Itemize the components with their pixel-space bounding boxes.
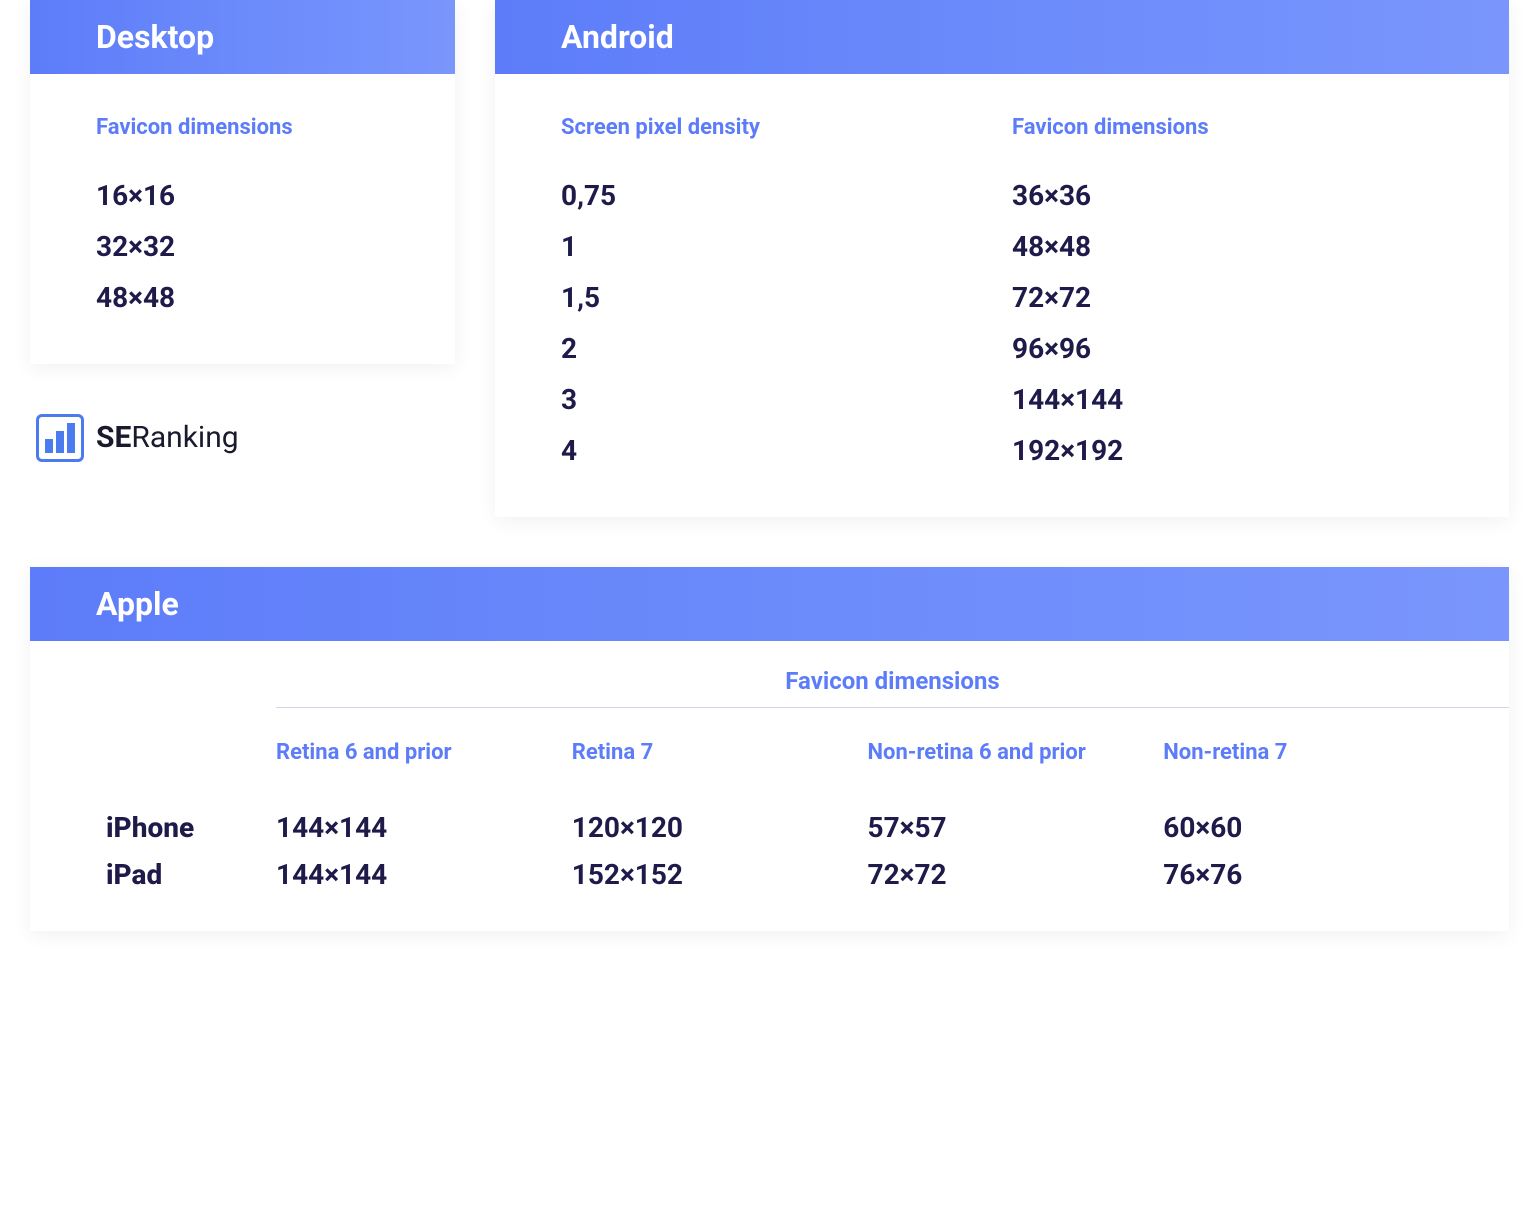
logo-text: SERanking bbox=[96, 420, 239, 455]
se-ranking-logo: SERanking bbox=[36, 414, 455, 462]
apple-row-label: iPhone bbox=[106, 811, 276, 844]
android-dim: 144×144 bbox=[1012, 383, 1443, 416]
apple-cell: 76×76 bbox=[1163, 858, 1459, 891]
android-density: 0,75 bbox=[561, 179, 992, 212]
desktop-col-header: Favicon dimensions bbox=[96, 114, 389, 143]
desktop-title: Desktop bbox=[30, 0, 455, 74]
apple-row-label: iPad bbox=[106, 858, 276, 891]
android-density: 2 bbox=[561, 332, 992, 365]
android-density: 4 bbox=[561, 434, 992, 467]
android-dim: 72×72 bbox=[1012, 281, 1443, 314]
apple-cell: 120×120 bbox=[572, 811, 868, 844]
apple-cell: 152×152 bbox=[572, 858, 868, 891]
apple-col-header: Retina 7 bbox=[572, 738, 868, 798]
apple-top-header: Favicon dimensions bbox=[276, 667, 1509, 708]
desktop-card: Desktop Favicon dimensions 16×16 32×32 4… bbox=[30, 0, 455, 364]
apple-card: Apple Favicon dimensions Retina 6 and pr… bbox=[30, 567, 1509, 932]
apple-cell: 144×144 bbox=[276, 811, 572, 844]
android-dim: 48×48 bbox=[1012, 230, 1443, 263]
android-dim: 192×192 bbox=[1012, 434, 1443, 467]
android-title: Android bbox=[495, 0, 1509, 74]
apple-col-header: Non-retina 6 and prior bbox=[868, 738, 1164, 798]
apple-title: Apple bbox=[30, 567, 1509, 641]
android-card: Android Screen pixel density Favicon dim… bbox=[495, 0, 1509, 517]
apple-cell: 57×57 bbox=[868, 811, 1164, 844]
desktop-value: 32×32 bbox=[96, 230, 389, 263]
android-density: 1 bbox=[561, 230, 992, 263]
apple-cell: 72×72 bbox=[868, 858, 1164, 891]
apple-col-header: Non-retina 7 bbox=[1163, 738, 1459, 798]
apple-col-header: Retina 6 and prior bbox=[276, 738, 572, 798]
android-col2-header: Favicon dimensions bbox=[1012, 114, 1443, 143]
desktop-value: 16×16 bbox=[96, 179, 389, 212]
android-col1-header: Screen pixel density bbox=[561, 114, 992, 143]
android-dim: 96×96 bbox=[1012, 332, 1443, 365]
bar-chart-icon bbox=[36, 414, 84, 462]
android-density: 1,5 bbox=[561, 281, 992, 314]
apple-cell: 60×60 bbox=[1163, 811, 1459, 844]
android-dim: 36×36 bbox=[1012, 179, 1443, 212]
desktop-value: 48×48 bbox=[96, 281, 389, 314]
android-density: 3 bbox=[561, 383, 992, 416]
apple-cell: 144×144 bbox=[276, 858, 572, 891]
